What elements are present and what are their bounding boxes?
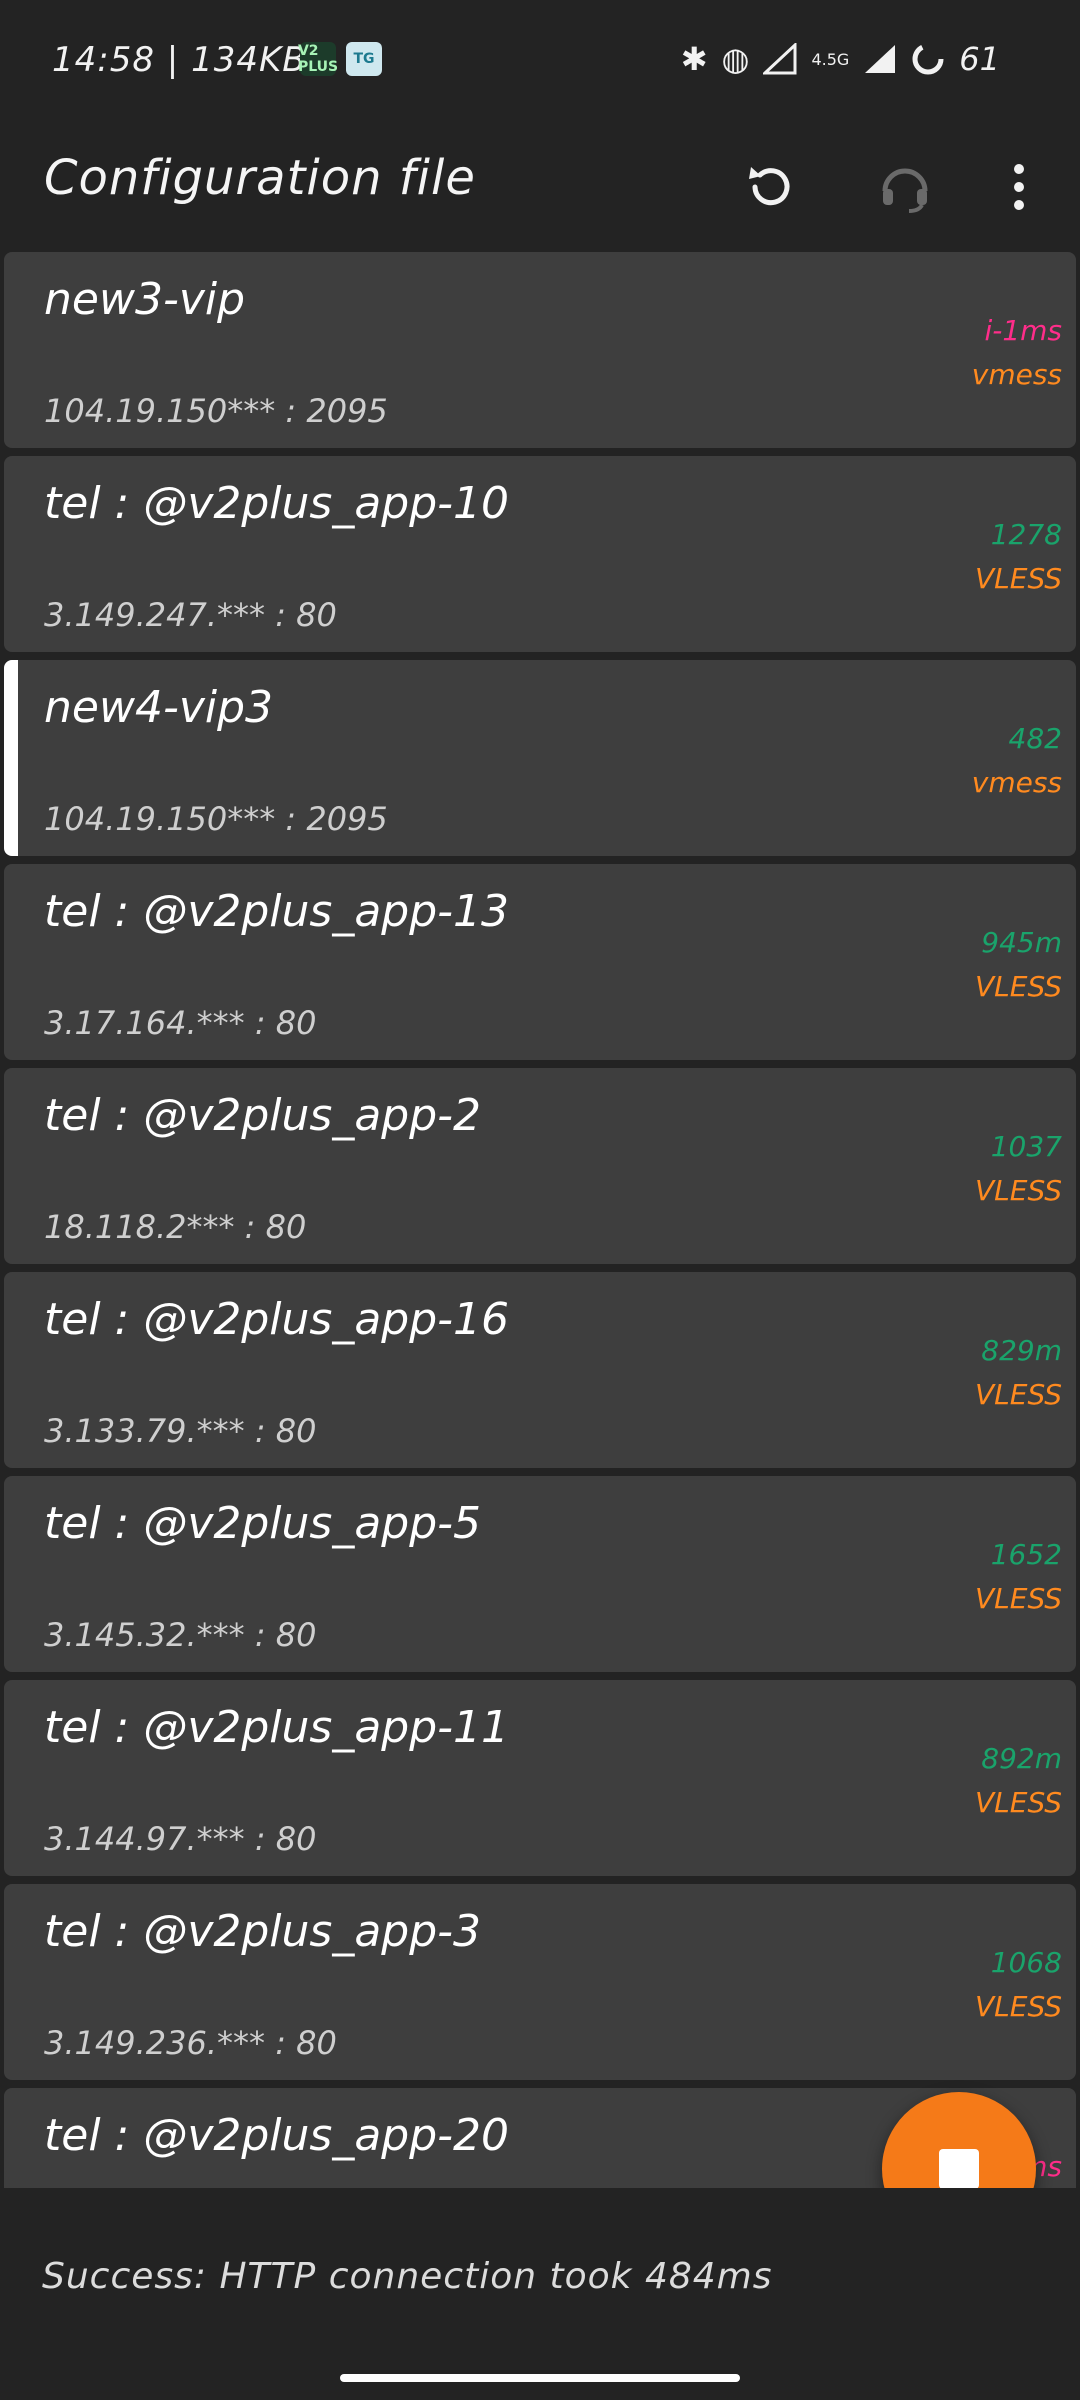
- config-card[interactable]: tel : @v2plus_app-2 18.118.2*** : 80 1037 V…: [4, 1068, 1076, 1264]
- more-options-button[interactable]: [974, 142, 1064, 232]
- config-latency: i-1ms: [984, 314, 1062, 347]
- config-name: tel : @v2plus_app-13: [44, 886, 510, 937]
- config-address: 3.145.32.*** : 80: [44, 1616, 317, 1654]
- battery-percent: 61: [959, 40, 1000, 78]
- separator: |: [166, 40, 192, 80]
- config-card[interactable]: tel : @v2plus_app-3 3.149.236.*** : 80 106…: [4, 1884, 1076, 2080]
- battery-icon: [912, 43, 944, 75]
- config-name: new4-vip3: [44, 682, 274, 733]
- config-address: 104.19.150*** : 2095: [44, 800, 388, 838]
- config-address: 3.133.79.*** : 80: [44, 1412, 317, 1450]
- config-name: tel : @v2plus_app-2: [44, 1090, 482, 1141]
- config-address: 3.17.164.*** : 80: [44, 1004, 317, 1042]
- signal-icon: [865, 45, 896, 73]
- network-type: 4.5G: [811, 49, 850, 69]
- config-protocol: VLESS: [975, 1786, 1062, 1819]
- config-protocol: vmess: [971, 358, 1062, 391]
- config-address: 18.118.2*** : 80: [44, 1208, 307, 1246]
- support-button[interactable]: [860, 142, 950, 232]
- config-latency: 1652: [990, 1538, 1062, 1571]
- config-list[interactable]: new3-vip 104.19.150*** : 2095 i-1ms vmess te…: [0, 252, 1080, 2188]
- config-protocol: VLESS: [975, 1990, 1062, 2023]
- config-name: tel : @v2plus_app-16: [44, 1294, 510, 1345]
- config-protocol: VLESS: [975, 1174, 1062, 1207]
- refresh-button[interactable]: [726, 142, 816, 232]
- config-address: 104.19.150*** : 2095: [44, 392, 388, 430]
- config-card[interactable]: tel : @v2plus_app-5 3.145.32.*** : 80 1652…: [4, 1476, 1076, 1672]
- bluetooth-icon: ✱: [680, 40, 708, 78]
- config-latency: 1068: [990, 1946, 1062, 1979]
- system-indicators: ✱ ◍ 4.5G 61: [681, 40, 1000, 78]
- config-card[interactable]: tel : @v2plus_app-11 3.144.97.*** : 80 892…: [4, 1680, 1076, 1876]
- config-card[interactable]: new3-vip 104.19.150*** : 2095 i-1ms vmess: [4, 252, 1076, 448]
- notification-icons: V2 PLUS TG: [297, 42, 382, 76]
- config-latency: 1278: [990, 518, 1062, 551]
- config-latency: 1037: [990, 1130, 1062, 1163]
- config-name: tel : @v2plus_app-3: [44, 1906, 482, 1957]
- config-card[interactable]: tel : @v2plus_app-10 3.149.247.*** : 80 12…: [4, 456, 1076, 652]
- config-latency: 829m: [981, 1334, 1062, 1367]
- config-address: 3.149.247.*** : 80: [44, 596, 337, 634]
- config-name: tel : @v2plus_app-20: [44, 2110, 510, 2161]
- config-address: 3.144.97.*** : 80: [44, 1820, 317, 1858]
- config-protocol: VLESS: [975, 970, 1062, 1003]
- more-vert-icon: [1014, 164, 1024, 210]
- config-protocol: vmess: [971, 766, 1062, 799]
- config-name: tel : @v2plus_app-10: [44, 478, 510, 529]
- vpn-icon: ◍: [721, 40, 750, 78]
- home-indicator[interactable]: [340, 2374, 740, 2382]
- config-latency: 892m: [981, 1742, 1062, 1775]
- config-card[interactable]: new4-vip3 104.19.150*** : 2095 482 vmess: [4, 660, 1076, 856]
- config-latency: 482: [1008, 722, 1062, 755]
- telegram-notification-icon: TG: [346, 42, 382, 76]
- support-icon: [882, 168, 928, 213]
- app-bar: Configuration file: [0, 128, 1080, 252]
- stop-icon: [939, 2149, 979, 2189]
- config-protocol: VLESS: [975, 562, 1062, 595]
- config-latency: 945m: [981, 926, 1062, 959]
- refresh-icon: [749, 167, 790, 206]
- connection-status-bar[interactable]: Success: HTTP connection took 484ms: [0, 2188, 1080, 2400]
- status-bar: 14:58 | 134KB/s V2 PLUS TG ✱ ◍ 4.5G 61: [0, 0, 1080, 128]
- signal-icon: [763, 43, 797, 75]
- config-protocol: VLESS: [975, 1582, 1062, 1615]
- config-protocol: VLESS: [975, 1378, 1062, 1411]
- config-name: tel : @v2plus_app-11: [44, 1702, 510, 1753]
- status-time: 14:58 | 134KB/s: [52, 40, 338, 80]
- config-card[interactable]: tel : @v2plus_app-16 3.133.79.*** : 80 829…: [4, 1272, 1076, 1468]
- page-title: Configuration file: [44, 150, 476, 206]
- config-address: 3.149.236.*** : 80: [44, 2024, 337, 2062]
- connection-status-text: Success: HTTP connection took 484ms: [42, 2256, 773, 2297]
- config-name: tel : @v2plus_app-5: [44, 1498, 482, 1549]
- config-card[interactable]: tel : @v2plus_app-13 3.17.164.*** : 80 945…: [4, 864, 1076, 1060]
- config-name: new3-vip: [44, 274, 246, 325]
- time-text: 14:58: [52, 40, 155, 80]
- v2plus-notification-icon: V2 PLUS: [297, 42, 339, 76]
